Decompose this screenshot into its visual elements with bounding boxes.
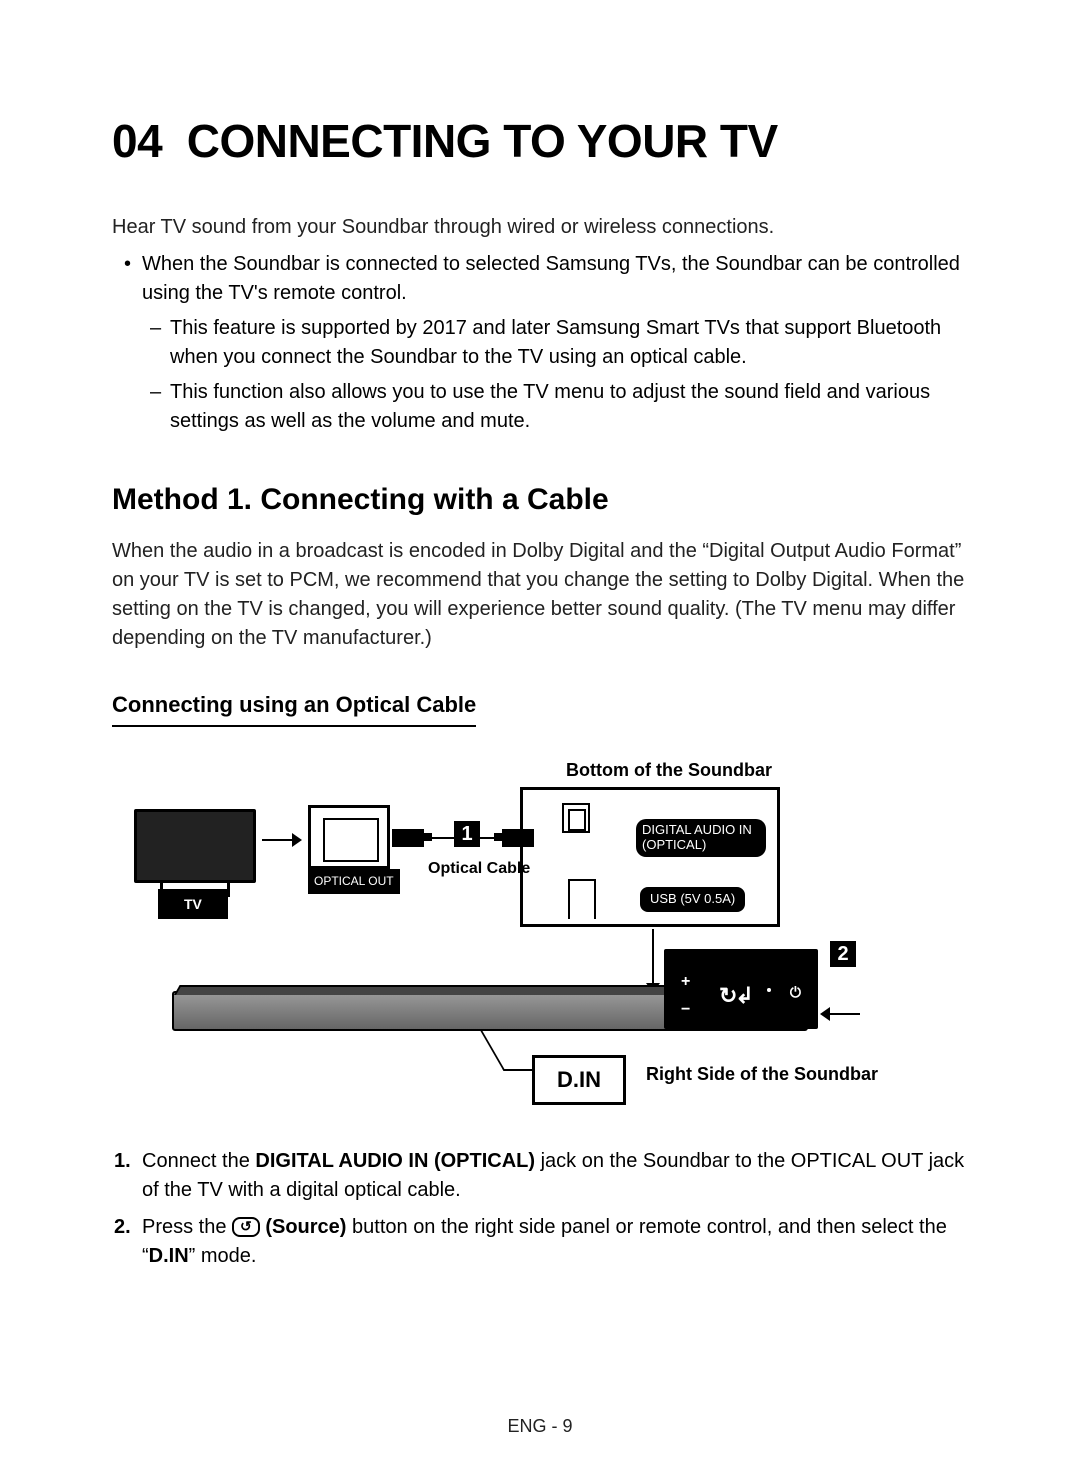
optical-out-label: OPTICAL OUT xyxy=(308,869,400,894)
chapter-number: 04 xyxy=(112,115,162,167)
chapter-heading: CONNECTING TO YOUR TV xyxy=(187,115,778,167)
step-badge-1: 1 xyxy=(454,821,480,847)
right-side-label: Right Side of the Soundbar xyxy=(646,1061,878,1087)
bottom-of-soundbar-label: Bottom of the Soundbar xyxy=(566,757,772,783)
arrow-left-icon xyxy=(820,1007,860,1021)
cable-plug-right-icon xyxy=(502,829,534,847)
sub-heading: Connecting using an Optical Cable xyxy=(112,689,476,727)
cable-plug-left-icon xyxy=(392,829,424,847)
digital-audio-in-label: DIGITAL AUDIO IN (OPTICAL) xyxy=(636,819,766,857)
usb-port-icon xyxy=(568,879,596,919)
step2-source-label: (Source) xyxy=(260,1216,347,1238)
feature-sub-bullet: This feature is supported by 2017 and la… xyxy=(170,314,968,372)
feature-sub-list: This feature is supported by 2017 and la… xyxy=(142,314,968,436)
tv-label: TV xyxy=(158,889,228,919)
page-number: ENG - 9 xyxy=(0,1413,1080,1439)
feature-bullet-list: When the Soundbar is connected to select… xyxy=(112,250,968,436)
chapter-title: 04 CONNECTING TO YOUR TV xyxy=(112,108,968,175)
arrow-right-icon xyxy=(262,833,302,847)
din-display: D.IN xyxy=(532,1055,626,1105)
step-item: Connect the DIGITAL AUDIO IN (OPTICAL) j… xyxy=(142,1147,968,1205)
source-icon xyxy=(232,1217,260,1238)
feature-sub-bullet: This function also allows you to use the… xyxy=(170,378,968,436)
feature-bullet: When the Soundbar is connected to select… xyxy=(142,250,968,436)
step1-pre: Connect the xyxy=(142,1150,255,1172)
step2-post: ” mode. xyxy=(189,1245,257,1267)
step2-pre: Press the xyxy=(142,1216,232,1238)
feature-bullet-text: When the Soundbar is connected to select… xyxy=(142,253,960,304)
indicator-dot-icon xyxy=(767,988,771,992)
step2-din: D.IN xyxy=(149,1245,189,1267)
power-icon: ⏻ xyxy=(790,982,801,1002)
arrow-down-icon xyxy=(652,929,654,983)
step-badge-2: 2 xyxy=(830,941,856,967)
tv-icon: TV xyxy=(134,809,256,907)
method-body: When the audio in a broadcast is encoded… xyxy=(112,537,968,653)
optical-port-icon xyxy=(524,801,594,841)
soundbar-side-panel: + − ↻↲ ⏻ xyxy=(664,949,818,1029)
step1-bold: DIGITAL AUDIO IN (OPTICAL) xyxy=(255,1150,535,1172)
connection-diagram: Bottom of the Soundbar DIGITAL AUDIO IN … xyxy=(112,759,968,1119)
usb-label: USB (5V 0.5A) xyxy=(640,887,745,912)
step-item: Press the (Source) button on the right s… xyxy=(142,1213,968,1271)
optical-cable-label: Optical Cable xyxy=(428,857,530,880)
port-label-line2: (OPTICAL) xyxy=(642,837,706,852)
port-label-line1: DIGITAL AUDIO IN xyxy=(642,822,752,837)
source-button-icon: ↻↲ xyxy=(719,980,752,1012)
tv-optical-out-icon xyxy=(308,805,390,869)
steps-list: Connect the DIGITAL AUDIO IN (OPTICAL) j… xyxy=(112,1147,968,1271)
method-heading: Method 1. Connecting with a Cable xyxy=(112,478,968,522)
volume-plus-icon: + xyxy=(681,970,690,993)
volume-minus-icon: − xyxy=(681,998,690,1021)
intro-text: Hear TV sound from your Soundbar through… xyxy=(112,213,968,242)
